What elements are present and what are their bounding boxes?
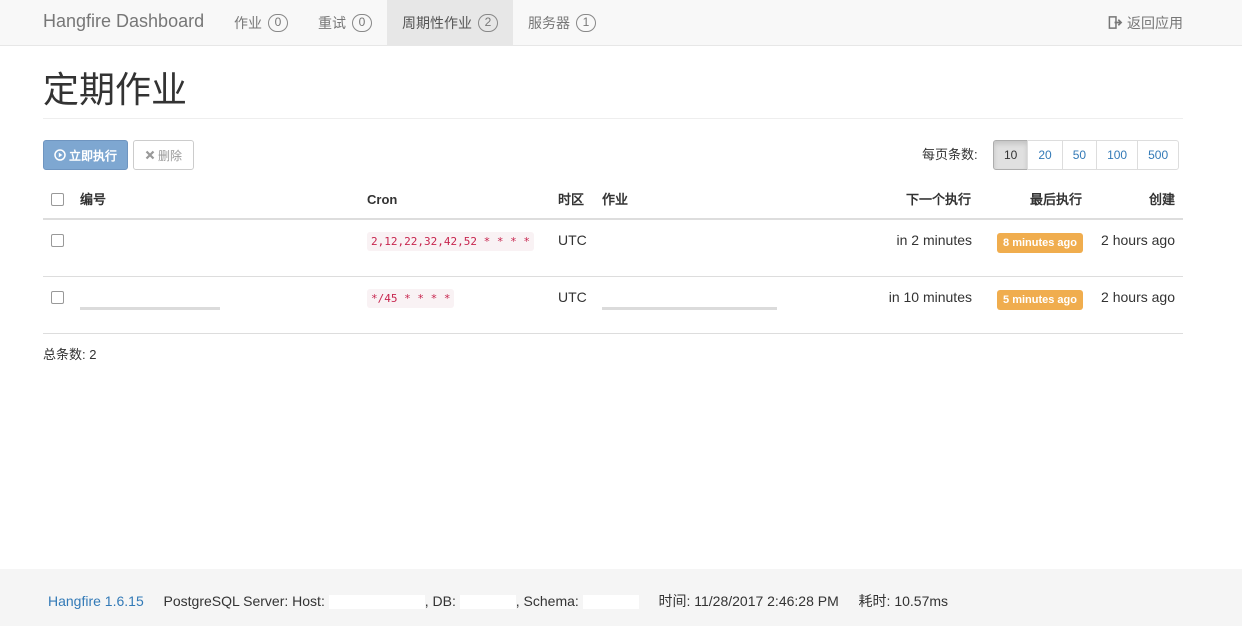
- storage-db-label: , DB:: [424, 593, 456, 609]
- last-execution-cell: 8 minutes ago: [997, 231, 1083, 253]
- version-link[interactable]: Hangfire 1.6.15: [48, 593, 144, 609]
- page-title: 定期作业: [43, 69, 188, 110]
- page-size-option[interactable]: 20: [1027, 140, 1063, 170]
- last-execution-badge[interactable]: 8 minutes ago: [997, 233, 1083, 253]
- delete-label: 删除: [157, 148, 182, 163]
- remove-icon: [145, 150, 155, 160]
- nav-count-badge: 0: [268, 13, 288, 32]
- delete-button[interactable]: 删除: [133, 140, 194, 170]
- select-all-checkbox[interactable]: [51, 193, 64, 206]
- nav-item-label: 服务器: [528, 14, 570, 31]
- brand-link[interactable]: Hangfire Dashboard: [43, 0, 204, 45]
- storage-host-label: PostgreSQL Server: Host:: [163, 593, 325, 609]
- nav-item-label: 作业: [234, 14, 262, 31]
- elapsed-time: 耗时: 10.57ms: [858, 593, 949, 609]
- page-size-option[interactable]: 10: [993, 140, 1029, 170]
- redacted-host: [328, 595, 425, 610]
- table-row[interactable]: */45 * * * * UTC in 10 minutes 5 minutes…: [43, 277, 1183, 334]
- timezone-cell: UTC: [558, 289, 587, 305]
- timezone-cell: UTC: [558, 232, 587, 248]
- cron-expression: 2,12,22,32,42,52 * * * *: [367, 232, 534, 251]
- column-header-created: 创建: [1148, 192, 1175, 207]
- redacted-db: [459, 595, 516, 610]
- page-size-option[interactable]: 500: [1137, 140, 1180, 170]
- per-page-label: 每页条数:: [922, 147, 978, 162]
- job-cell: [602, 295, 777, 315]
- nav-count-badge: 2: [478, 13, 498, 32]
- cron-expression: */45 * * * *: [367, 289, 455, 308]
- column-header-last-execution: 最后执行: [1029, 192, 1082, 207]
- back-to-app-link[interactable]: 返回应用: [1108, 0, 1183, 45]
- created-cell: 2 hours ago: [1101, 232, 1175, 248]
- table-header: 编号 Cron 时区 作业 下一个执行 最后执行 创建: [43, 184, 1183, 220]
- redacted-text: [602, 307, 777, 310]
- created-cell: 2 hours ago: [1101, 289, 1175, 305]
- next-execution-cell: in 10 minutes: [888, 289, 972, 305]
- nav-item-servers[interactable]: 服务器 1: [513, 0, 611, 45]
- row-checkbox[interactable]: [51, 234, 64, 247]
- page-size-option[interactable]: 50: [1061, 140, 1098, 170]
- table-row[interactable]: 2,12,22,32,42,52 * * * * UTC in 2 minute…: [43, 220, 1183, 277]
- trigger-now-label: 立即执行: [68, 148, 117, 163]
- last-execution-badge[interactable]: 5 minutes ago: [997, 290, 1083, 310]
- server-time: 时间: 11/28/2017 2:46:28 PM: [658, 593, 839, 609]
- main-nav: 作业 0 重试 0 周期性作业 2 服务器 1: [219, 0, 611, 45]
- job-id-cell: [80, 295, 220, 315]
- cron-cell: */45 * * * *: [367, 287, 455, 309]
- nav-item-retries[interactable]: 重试 0: [303, 0, 387, 45]
- cron-cell: 2,12,22,32,42,52 * * * *: [367, 230, 534, 252]
- redacted-text: [80, 307, 220, 310]
- nav-item-label: 周期性作业: [402, 14, 472, 31]
- navbar: Hangfire Dashboard 作业 0 重试 0 周期性作业 2 服务器…: [0, 0, 1242, 46]
- column-header-cron: Cron: [367, 192, 398, 207]
- nav-count-badge: 0: [352, 13, 372, 32]
- next-execution-cell: in 2 minutes: [896, 232, 972, 248]
- nav-count-badge: 1: [576, 13, 596, 32]
- nav-item-label: 重试: [318, 14, 346, 31]
- nav-item-jobs[interactable]: 作业 0: [219, 0, 303, 45]
- nav-item-recurring-jobs[interactable]: 周期性作业 2: [387, 0, 513, 45]
- column-header-timezone: 时区: [558, 192, 585, 207]
- total-count: 总条数: 2: [43, 347, 97, 362]
- storage-schema-label: , Schema:: [515, 593, 579, 609]
- play-circle-icon: [54, 149, 66, 161]
- footer: Hangfire 1.6.15 PostgreSQL Server: Host:…: [0, 569, 1242, 626]
- column-header-next-execution: 下一个执行: [905, 192, 971, 207]
- title-divider: [43, 118, 1183, 119]
- last-execution-cell: 5 minutes ago: [997, 288, 1083, 310]
- trigger-now-button[interactable]: 立即执行: [43, 140, 128, 170]
- redacted-schema: [582, 595, 639, 610]
- recurring-jobs-table: 编号 Cron 时区 作业 下一个执行 最后执行 创建 2,12,22,32,4…: [43, 184, 1183, 334]
- column-header-job: 作业: [602, 192, 629, 207]
- row-checkbox[interactable]: [51, 291, 64, 304]
- sign-out-icon: [1108, 16, 1123, 29]
- footer-info: Hangfire 1.6.15 PostgreSQL Server: Host:…: [48, 591, 948, 611]
- page-size-selector: 10 20 50 100 500: [993, 140, 1180, 170]
- column-header-id: 编号: [80, 192, 107, 207]
- page-size-option[interactable]: 100: [1096, 140, 1139, 170]
- back-to-app-label: 返回应用: [1127, 14, 1183, 31]
